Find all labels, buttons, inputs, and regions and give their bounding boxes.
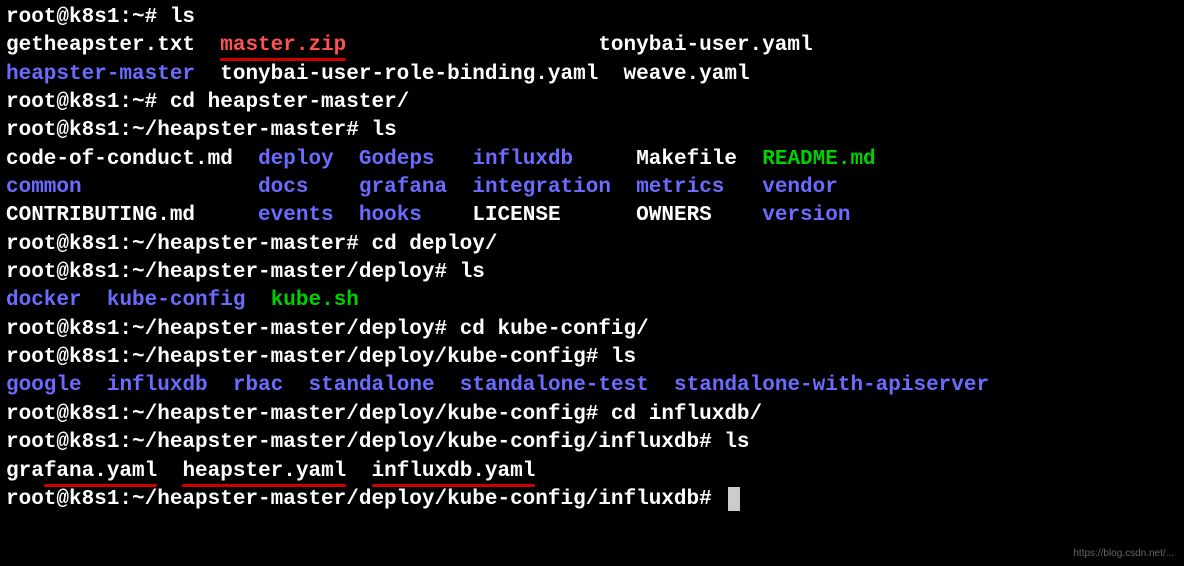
dir-item: events (258, 204, 334, 227)
prompt: root@k8s1:~/heapster-master/deploy# (6, 261, 460, 284)
dir-item: docs (258, 176, 308, 199)
terminal-line: CONTRIBUTING.md events hooks LICENSE OWN… (6, 202, 1178, 230)
terminal-line[interactable]: root@k8s1:~/heapster-master/deploy# ls (6, 259, 1178, 287)
terminal-line: google influxdb rbac standalone standalo… (6, 372, 1178, 400)
dir-item: google (6, 374, 82, 397)
dir-item: metrics (636, 176, 724, 199)
terminal-line: code-of-conduct.md deploy Godeps influxd… (6, 146, 1178, 174)
prompt: root@k8s1:~/heapster-master/deploy/kube-… (6, 488, 724, 511)
dir-item: vendor (762, 176, 838, 199)
file-item: weave.yaml (624, 63, 750, 86)
dir-item: influxdb (107, 374, 208, 397)
dir-item: common (6, 176, 82, 199)
cursor-icon (728, 487, 740, 511)
dir-item: heapster-master (6, 63, 195, 86)
command-text: cd kube-config/ (460, 318, 649, 341)
prompt: root@k8s1:~# (6, 6, 170, 29)
dir-item: hooks (359, 204, 422, 227)
dir-item: deploy (258, 148, 334, 171)
file-item: tonybai-user.yaml (598, 34, 812, 57)
prompt: root@k8s1:~/heapster-master/deploy# (6, 318, 460, 341)
terminal-line: grafana.yaml heapster.yaml influxdb.yaml (6, 458, 1178, 486)
terminal-line: getheapster.txt master.zip tonybai-user.… (6, 32, 1178, 60)
watermark-text: https://blog.csdn.net/... (1073, 547, 1174, 561)
dir-item: standalone-with-apiserver (674, 374, 989, 397)
prompt: root@k8s1:~/heapster-master/deploy/kube-… (6, 346, 611, 369)
prompt: root@k8s1:~/heapster-master# (6, 233, 371, 256)
prompt: root@k8s1:~/heapster-master/deploy/kube-… (6, 431, 724, 454)
file-item: OWNERS (636, 204, 712, 227)
file-item: gra (6, 460, 44, 483)
dir-item: kube-config (107, 289, 246, 312)
dir-item: standalone (309, 374, 435, 397)
dir-item: influxdb (472, 148, 573, 171)
command-text: ls (611, 346, 636, 369)
dir-item: rbac (233, 374, 283, 397)
terminal-line[interactable]: root@k8s1:~/heapster-master/deploy# cd k… (6, 316, 1178, 344)
prompt: root@k8s1:~/heapster-master# (6, 119, 371, 142)
file-item: kube.sh (271, 289, 359, 312)
terminal-line[interactable]: root@k8s1:~/heapster-master/deploy/kube-… (6, 486, 1178, 514)
file-item: getheapster.txt (6, 34, 195, 57)
command-text: cd deploy/ (371, 233, 497, 256)
file-item-highlighted: master.zip (220, 34, 346, 57)
file-item-highlighted: fana.yaml (44, 460, 157, 483)
terminal-line: heapster-master tonybai-user-role-bindin… (6, 61, 1178, 89)
command-text: ls (371, 119, 396, 142)
command-text: ls (170, 6, 195, 29)
prompt: root@k8s1:~/heapster-master/deploy/kube-… (6, 403, 611, 426)
prompt: root@k8s1:~# (6, 91, 170, 114)
dir-item: integration (472, 176, 611, 199)
terminal-line[interactable]: root@k8s1:~# cd heapster-master/ (6, 89, 1178, 117)
dir-item: standalone-test (460, 374, 649, 397)
dir-item: version (762, 204, 850, 227)
command-text: ls (460, 261, 485, 284)
file-item-highlighted: influxdb.yaml (372, 460, 536, 483)
file-item: tonybai-user-role-binding.yaml (220, 63, 598, 86)
dir-item: grafana (359, 176, 447, 199)
terminal-line[interactable]: root@k8s1:~/heapster-master# cd deploy/ (6, 231, 1178, 259)
command-text: ls (724, 431, 749, 454)
file-item: code-of-conduct.md (6, 148, 233, 171)
command-text: cd heapster-master/ (170, 91, 409, 114)
file-item: Makefile (636, 148, 737, 171)
terminal-line: docker kube-config kube.sh (6, 287, 1178, 315)
terminal-line: common docs grafana integration metrics … (6, 174, 1178, 202)
dir-item: Godeps (359, 148, 435, 171)
command-text: cd influxdb/ (611, 403, 762, 426)
file-item: CONTRIBUTING.md (6, 204, 195, 227)
terminal-line[interactable]: root@k8s1:~/heapster-master/deploy/kube-… (6, 344, 1178, 372)
terminal-line[interactable]: root@k8s1:~/heapster-master/deploy/kube-… (6, 401, 1178, 429)
terminal-line[interactable]: root@k8s1:~/heapster-master/deploy/kube-… (6, 429, 1178, 457)
terminal-line[interactable]: root@k8s1:~/heapster-master# ls (6, 117, 1178, 145)
terminal-line[interactable]: root@k8s1:~# ls (6, 4, 1178, 32)
file-item: README.md (762, 148, 875, 171)
file-item: LICENSE (472, 204, 560, 227)
file-item-highlighted: heapster.yaml (182, 460, 346, 483)
dir-item: docker (6, 289, 82, 312)
